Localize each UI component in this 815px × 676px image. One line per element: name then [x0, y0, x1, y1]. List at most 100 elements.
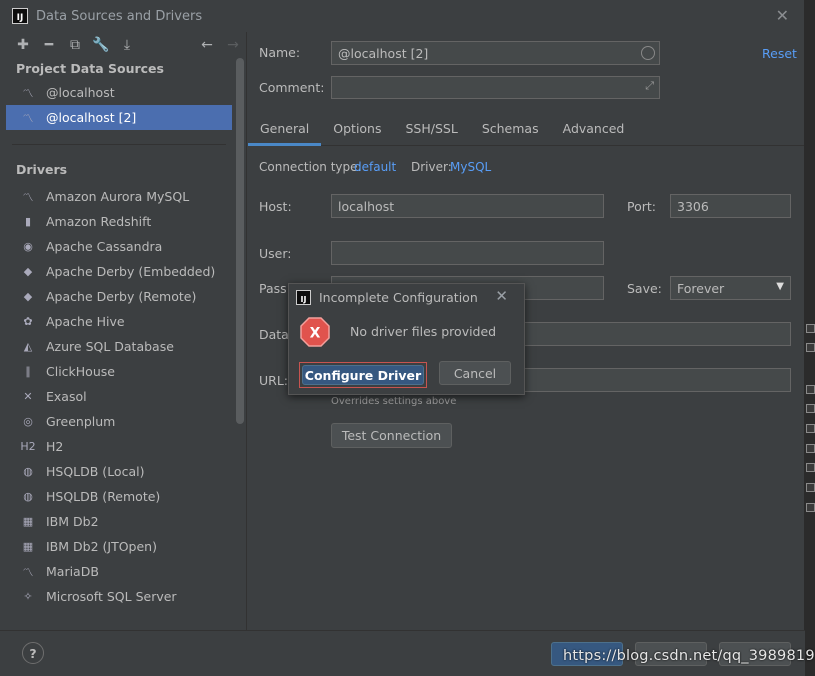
- azure-icon: ◭: [23, 340, 33, 353]
- driver-item[interactable]: ∥ ClickHouse: [6, 359, 246, 384]
- svg-text:X: X: [310, 326, 321, 342]
- expand-icon[interactable]: ⤢: [645, 79, 654, 93]
- configure-driver-label: Configure Driver: [302, 365, 424, 385]
- left-toolbar: ✚ ━ ⧉ 🔧 ⤓ ← →: [6, 32, 246, 58]
- driver-item[interactable]: 〽 MariaDB: [6, 559, 246, 584]
- port-input[interactable]: 3306: [670, 194, 791, 218]
- driver-label: Driver:: [411, 160, 452, 174]
- host-label: Host:: [259, 199, 292, 214]
- driver-item[interactable]: H2 H2: [6, 434, 246, 459]
- name-input[interactable]: @localhost [2]: [331, 41, 660, 65]
- table-icon: [806, 424, 815, 433]
- table-icon: [806, 385, 815, 394]
- intellij-app-icon: IJ: [296, 290, 311, 305]
- left-scrollbar[interactable]: [236, 58, 244, 424]
- forward-arrow-icon[interactable]: →: [224, 36, 242, 54]
- db2-icon: ▦: [22, 515, 34, 528]
- hsqldb-icon: ◍: [23, 465, 33, 478]
- driver-item[interactable]: ▮ Amazon Redshift: [6, 209, 246, 234]
- close-icon[interactable]: ✕: [495, 287, 508, 305]
- port-value: 3306: [677, 198, 709, 214]
- window-title: Data Sources and Drivers: [36, 8, 203, 24]
- dialog-cancel-button[interactable]: Cancel: [439, 361, 511, 385]
- name-label: Name:: [259, 45, 301, 60]
- user-label: User:: [259, 246, 292, 261]
- duplicate-icon[interactable]: ⧉: [66, 36, 84, 54]
- driver-label: HSQLDB (Local): [46, 464, 145, 479]
- driver-item[interactable]: ▦ IBM Db2 (JTOpen): [6, 534, 246, 559]
- database-label: Data: [259, 327, 289, 342]
- color-circle-icon[interactable]: [641, 46, 655, 60]
- tab-schemas[interactable]: Schemas: [470, 116, 551, 146]
- mssql-icon: ✧: [23, 590, 33, 603]
- incomplete-configuration-dialog: IJ Incomplete Configuration ✕ X No drive…: [288, 283, 525, 395]
- driver-label: H2: [46, 439, 64, 454]
- driver-item[interactable]: ◉ Apache Cassandra: [6, 234, 246, 259]
- save-value: Forever: [677, 280, 725, 296]
- driver-label: Microsoft SQL Server: [46, 589, 177, 604]
- driver-item[interactable]: ◎ Greenplum: [6, 409, 246, 434]
- tab-options[interactable]: Options: [321, 116, 393, 146]
- url-hint: Overrides settings above: [331, 396, 457, 407]
- driver-label: MariaDB: [46, 564, 99, 579]
- driver-item[interactable]: ◆ Apache Derby (Remote): [6, 284, 246, 309]
- table-icon: [806, 343, 815, 352]
- configure-driver-button[interactable]: Configure Driver: [299, 362, 427, 388]
- driver-item[interactable]: ◆ Apache Derby (Embedded): [6, 259, 246, 284]
- driver-item[interactable]: ✧ Microsoft SQL Server: [6, 584, 246, 609]
- tab-ssh-ssl[interactable]: SSH/SSL: [394, 116, 470, 146]
- dialog-title: Incomplete Configuration: [319, 290, 478, 305]
- driver-link[interactable]: MySQL: [450, 160, 491, 174]
- driver-label: Amazon Aurora MySQL: [46, 189, 190, 204]
- mariadb-icon: 〽: [22, 565, 34, 579]
- driver-label: IBM Db2 (JTOpen): [46, 539, 157, 554]
- driver-item[interactable]: 〽 Amazon Aurora MySQL: [6, 184, 246, 209]
- panel-divider[interactable]: [246, 32, 247, 630]
- driver-item[interactable]: ◍ HSQLDB (Local): [6, 459, 246, 484]
- port-label: Port:: [627, 199, 656, 214]
- reset-link[interactable]: Reset: [762, 46, 797, 61]
- derby-icon: ◆: [23, 290, 33, 303]
- driver-item[interactable]: ◍ HSQLDB (Remote): [6, 484, 246, 509]
- driver-item[interactable]: ✕ Exasol: [6, 384, 246, 409]
- user-input[interactable]: [331, 241, 604, 265]
- table-icon: [806, 503, 815, 512]
- mysql-icon: 〽: [22, 86, 34, 100]
- data-source-item[interactable]: 〽 @localhost: [6, 80, 246, 105]
- title-bar: IJ Data Sources and Drivers ✕: [0, 0, 805, 32]
- driver-label: Exasol: [46, 389, 87, 404]
- save-select[interactable]: Forever ▼: [670, 276, 791, 300]
- driver-label: Greenplum: [46, 414, 116, 429]
- close-icon[interactable]: ✕: [776, 6, 789, 25]
- remove-icon[interactable]: ━: [40, 36, 58, 54]
- project-data-sources-header: Project Data Sources: [16, 61, 164, 76]
- add-icon[interactable]: ✚: [14, 36, 32, 54]
- driver-item[interactable]: ▦ IBM Db2: [6, 509, 246, 534]
- import-icon[interactable]: ⤓: [118, 36, 136, 54]
- driver-label: IBM Db2: [46, 514, 99, 529]
- table-icon: [806, 404, 815, 413]
- driver-item[interactable]: ✿ Apache Hive: [6, 309, 246, 334]
- save-label: Save:: [627, 281, 662, 296]
- driver-label: ClickHouse: [46, 364, 115, 379]
- driver-label: Apache Derby (Embedded): [46, 264, 216, 279]
- dialog-message: No driver files provided: [350, 324, 497, 339]
- driver-item[interactable]: ◭ Azure SQL Database: [6, 334, 246, 359]
- tab-general[interactable]: General: [248, 116, 322, 146]
- test-connection-button[interactable]: Test Connection: [331, 423, 452, 448]
- host-input[interactable]: localhost: [331, 194, 604, 218]
- tab-advanced[interactable]: Advanced: [551, 116, 637, 146]
- back-arrow-icon[interactable]: ←: [198, 36, 216, 54]
- help-button[interactable]: ?: [22, 642, 44, 664]
- clickhouse-icon: ∥: [25, 365, 31, 378]
- comment-label: Comment:: [259, 80, 325, 95]
- wrench-icon[interactable]: 🔧: [92, 36, 110, 54]
- data-source-list: 〽 @localhost 〽 @localhost [2]: [6, 80, 246, 130]
- comment-input[interactable]: ⤢: [331, 76, 660, 99]
- name-value: @localhost [2]: [338, 45, 429, 61]
- table-icon: [806, 483, 815, 492]
- data-source-item[interactable]: 〽 @localhost [2]: [6, 105, 232, 130]
- error-icon: X: [300, 317, 330, 347]
- connection-type-link[interactable]: default: [354, 160, 396, 174]
- intellij-app-icon: IJ: [12, 8, 28, 24]
